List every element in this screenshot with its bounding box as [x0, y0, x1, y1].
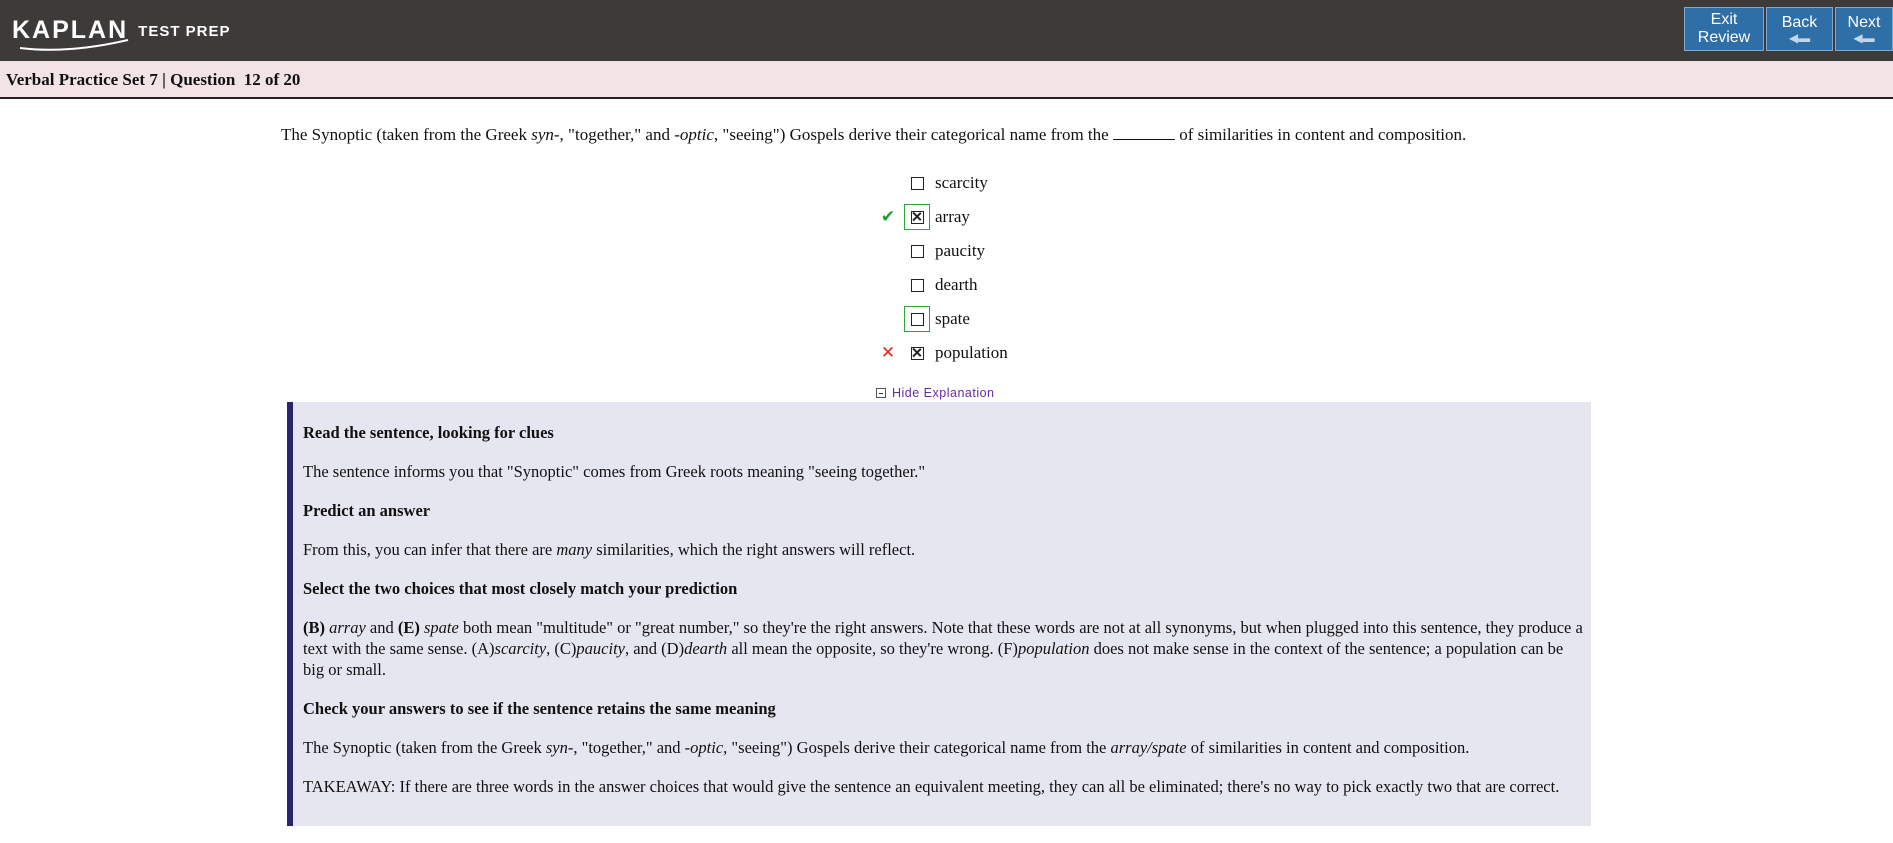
hide-explanation-toggle[interactable]: Hide Explanation: [876, 386, 995, 400]
question-title: Verbal Practice Set 7 | Question 12 of 2…: [6, 70, 301, 89]
stem-em-1: syn-: [531, 125, 560, 144]
exit-label-line2: Review: [1697, 29, 1751, 46]
choice-row[interactable]: scarcity: [878, 166, 1128, 200]
logo-swoosh-icon: [19, 39, 129, 51]
back-button[interactable]: Back ◀▬: [1766, 7, 1833, 51]
choice-label: paucity: [935, 241, 986, 260]
p3-bold: (B): [303, 618, 325, 637]
checkbox[interactable]: [910, 176, 924, 190]
p4-text: The Synoptic (taken from the Greek: [303, 738, 546, 757]
choice-row[interactable]: dearth: [878, 268, 1128, 302]
question-stem: The Synoptic (taken from the Greek syn-,…: [281, 124, 1601, 146]
collapse-icon: [876, 388, 886, 398]
p4-em: array/spate: [1110, 738, 1187, 757]
checkbox-frame: [904, 204, 930, 230]
arrow-left-icon: ◀▬: [1788, 31, 1811, 45]
correct-check-icon: ✔: [880, 207, 896, 227]
arrow-right-icon: ◀▬: [1853, 31, 1875, 45]
checkbox-frame: [904, 170, 930, 196]
takeaway-paragraph: TAKEAWAY: If there are three words in th…: [303, 777, 1560, 796]
p3-bold: (E): [397, 618, 420, 637]
p4-text: , "seeing") Gospels derive their categor…: [723, 738, 1111, 757]
p3-em: population: [1017, 639, 1090, 658]
stem-text-3: , "seeing") Gospels derive their categor…: [713, 125, 1113, 144]
choice-label: array: [935, 207, 970, 226]
stem-em-2: -optic: [674, 125, 714, 144]
choice-row[interactable]: ✕ population: [878, 336, 1128, 370]
exit-label-line1: Exit: [1710, 11, 1738, 28]
checkbox[interactable]: [910, 278, 924, 292]
explanation-heading: Read the sentence, looking for clues: [303, 423, 554, 442]
nav-buttons: Exit Review Back ◀▬ Next ◀▬: [1684, 7, 1893, 51]
p3-text: all mean the opposite, so they're wrong.…: [727, 639, 1018, 658]
explanation-heading: Check your answers to see if the sentenc…: [303, 699, 776, 718]
answer-choices: scarcity ✔ array paucity dearth spate ✕ …: [878, 166, 1128, 370]
choice-row[interactable]: spate: [878, 302, 1128, 336]
p3-em: spate: [419, 618, 459, 637]
p3-text: and: [365, 618, 398, 637]
choice-label: population: [935, 343, 1008, 362]
p2-text: From this, you can infer that there are: [303, 540, 557, 559]
checkbox[interactable]: [910, 346, 924, 360]
checkbox-frame: [904, 272, 930, 298]
p4-em: -optic: [684, 738, 724, 757]
explanation-heading: Select the two choices that most closely…: [303, 579, 738, 598]
checkbox-frame: [904, 340, 930, 366]
choice-label: scarcity: [935, 173, 988, 192]
choice-label: spate: [935, 309, 970, 328]
p3-text: , (C): [546, 639, 577, 658]
p3-em: scarcity: [494, 639, 547, 658]
checkbox[interactable]: [910, 312, 924, 326]
p2-text: similarities, which the right answers wi…: [592, 540, 916, 559]
p3-em: array: [325, 618, 366, 637]
p4-text: , "together," and: [573, 738, 685, 757]
p4-text: of similarities in content and compositi…: [1186, 738, 1470, 757]
p3-em: dearth: [684, 639, 728, 658]
explanation-paragraph: The Synoptic (taken from the Greek syn-,…: [303, 737, 1583, 758]
explanation-panel: Read the sentence, looking for clues The…: [287, 402, 1591, 826]
checkbox[interactable]: [910, 210, 924, 224]
choice-row[interactable]: ✔ array: [878, 200, 1128, 234]
explanation-paragraph: The sentence informs you that "Synoptic"…: [303, 462, 926, 481]
back-label: Back: [1781, 14, 1818, 31]
checkbox-frame: [904, 306, 930, 332]
question-info-bar: Verbal Practice Set 7 | Question 12 of 2…: [0, 61, 1893, 99]
explanation-paragraph: (B) array and (E) spate both mean "multi…: [303, 617, 1583, 680]
kaplan-logo: KAPLAN TEST PREP: [12, 10, 231, 51]
p4-em: syn-: [545, 738, 574, 757]
answer-blank: [1112, 125, 1175, 140]
stem-text-2: , "together," and: [559, 125, 675, 144]
stem-text-1: The Synoptic (taken from the Greek: [281, 125, 532, 144]
hide-explanation-label: Hide Explanation: [892, 386, 995, 400]
p3-em: paucity: [576, 639, 625, 658]
next-button[interactable]: Next ◀▬: [1835, 7, 1893, 51]
next-label: Next: [1847, 14, 1881, 31]
logo-subtext: TEST PREP: [138, 23, 231, 40]
checkbox[interactable]: [910, 244, 924, 258]
exit-review-button[interactable]: Exit Review: [1684, 7, 1764, 51]
explanation-paragraph: From this, you can infer that there are …: [303, 539, 1583, 560]
p3-text: , and (D): [624, 639, 685, 658]
top-bar: KAPLAN TEST PREP Exit Review Back ◀▬ Nex…: [0, 0, 1893, 61]
choice-label: dearth: [935, 275, 978, 294]
checkbox-frame: [904, 238, 930, 264]
stem-text-4: of similarities in content and compositi…: [1174, 125, 1467, 144]
p2-em: many: [556, 540, 593, 559]
choice-row[interactable]: paucity: [878, 234, 1128, 268]
wrong-x-icon: ✕: [880, 343, 896, 363]
explanation-heading: Predict an answer: [303, 501, 431, 520]
